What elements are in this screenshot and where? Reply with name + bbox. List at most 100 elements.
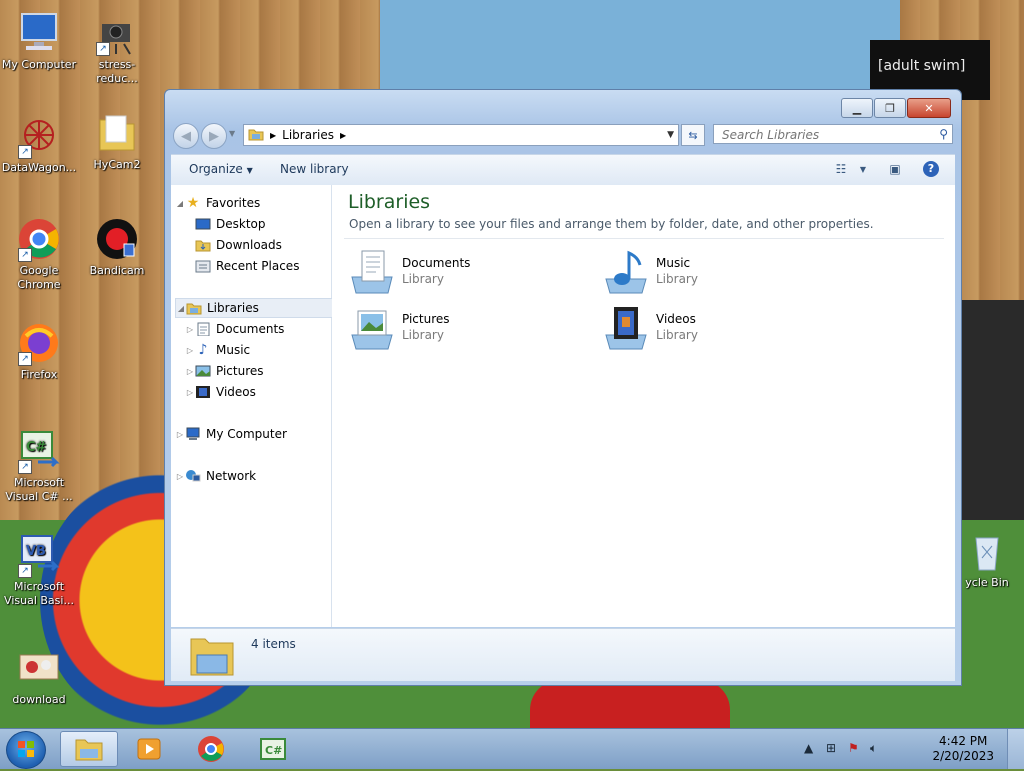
recent-places-icon [195,258,211,274]
network-tray-icon[interactable]: ⊞ [826,741,836,755]
minimize-button[interactable]: ▁ [841,98,873,118]
collapse-arrow-icon[interactable]: ▷ [175,430,185,439]
library-type: Library [656,328,698,342]
shortcut-arrow-icon: ↗ [96,42,110,56]
datawagon-icon: ↗ [16,113,62,159]
shortcut-arrow-icon: ↗ [18,460,32,474]
videos-icon [195,384,211,400]
pictures-icon [195,363,211,379]
desktop-icon-label: ycle Bin [965,576,1009,589]
nav-item-libraries[interactable]: ◢ Libraries [175,298,333,318]
details-pane: 4 items [171,628,955,681]
search-input[interactable] [720,126,929,144]
view-dropdown-button[interactable]: ▼ [853,160,873,178]
new-library-button[interactable]: New library [280,162,349,176]
collapse-arrow-icon[interactable]: ▷ [185,346,195,355]
refresh-button[interactable]: ⇆ [681,124,705,146]
collapse-arrow-icon[interactable]: ▷ [185,325,195,334]
preview-pane-button[interactable]: ▣ [885,160,905,178]
desktop-icon-datawagon[interactable]: ↗ DataWagon... [0,113,78,175]
nav-label: My Computer [206,427,287,441]
chevron-down-icon: ▼ [229,129,236,138]
taskbar-media-player[interactable] [120,731,178,767]
recent-pages-dropdown[interactable]: ▼ [229,129,235,138]
nav-item-downloads[interactable]: Downloads [195,235,353,255]
nav-item-pictures[interactable]: ▷ Pictures [185,361,343,381]
address-bar[interactable]: ▶ Libraries ▶ ▼ [243,124,679,146]
desktop-icon-hycam2[interactable]: HyCam2 [78,110,156,172]
computer-icon [16,10,62,56]
desktop-icon-bandicam[interactable]: Bandicam [78,216,156,278]
taskbar-visual-csharp[interactable]: C# [244,731,302,767]
library-item-pictures[interactable]: Pictures Library [348,305,588,353]
nav-item-videos[interactable]: ▷ Videos [185,382,343,402]
nav-label: Downloads [216,238,282,252]
page-subtitle: Open a library to see your files and arr… [349,217,874,231]
nav-item-favorites[interactable]: ◢ ★ Favorites [175,193,333,213]
nav-item-documents[interactable]: ▷ Documents [185,319,343,339]
help-button[interactable]: ? [921,160,941,178]
maximize-button[interactable]: ❐ [874,98,906,118]
desktop-icon-stress-reduc[interactable]: ↗ stress-reduc... [78,10,156,86]
folder-icon [94,110,140,156]
network-icon [185,468,201,484]
refresh-icon: ⇆ [688,128,698,142]
address-dropdown-icon[interactable]: ▼ [667,130,674,140]
chevron-down-icon: ▼ [246,166,253,175]
shortcut-arrow-icon: ↗ [18,564,32,578]
nav-item-desktop[interactable]: Desktop [195,214,353,234]
action-center-icon[interactable]: ⚑ [848,741,859,755]
taskbar-explorer[interactable] [60,731,118,767]
collapse-arrow-icon[interactable]: ▷ [185,367,195,376]
music-library-icon [602,249,650,297]
back-button[interactable]: ◀ [173,123,199,149]
help-icon: ? [923,161,939,177]
start-button[interactable] [6,731,46,769]
libraries-icon [186,300,202,316]
change-view-button[interactable]: ☷ [831,160,851,178]
show-hidden-icons-button[interactable]: ▲ [804,741,813,755]
breadcrumb-separator-icon: ▶ [270,130,277,140]
desktop-icon-firefox[interactable]: ↗ Firefox [0,320,78,382]
nav-item-music[interactable]: ▷ ♪ Music [185,340,343,360]
library-item-videos[interactable]: Videos Library [602,305,842,353]
windows-logo-icon [18,741,34,757]
nav-label: Desktop [216,217,266,231]
forward-button[interactable]: ▶ [201,123,227,149]
show-desktop-button[interactable] [1007,729,1024,769]
expand-arrow-icon[interactable]: ◢ [176,304,186,313]
collapse-arrow-icon[interactable]: ▷ [185,388,195,397]
volume-icon[interactable]: 🔈︎ [870,741,877,756]
desktop-icon-visual-csharp[interactable]: C# ↗ Microsoft Visual C# ... [0,428,78,504]
nav-item-recent-places[interactable]: Recent Places [195,256,353,276]
wallpaper-banner-text: [adult swim] [878,58,966,74]
library-item-music[interactable]: Music Library [602,249,842,297]
desktop-icon-google-chrome[interactable]: ↗ Google Chrome [0,216,78,292]
library-name: Documents [402,256,471,270]
clock[interactable]: 4:42 PM 2/20/2023 [932,734,994,764]
search-icon[interactable]: ⚲ [939,127,948,141]
svg-text:VB: VB [26,544,46,559]
organize-menu[interactable]: Organize ▼ [189,162,253,176]
collapse-arrow-icon[interactable]: ▷ [175,472,185,481]
camera-icon: ↗ [94,10,140,56]
chrome-icon: ↗ [16,216,62,262]
star-icon: ★ [186,195,200,211]
library-type: Library [402,328,444,342]
svg-text:C#: C# [26,440,47,455]
desktop-icon-my-computer[interactable]: My Computer [0,10,78,72]
taskbar-chrome[interactable] [182,731,240,767]
nav-item-my-computer[interactable]: ▷ My Computer [175,424,333,444]
close-icon: ✕ [924,101,934,115]
view-options-icon: ☷ [835,162,847,176]
library-item-documents[interactable]: Documents Library [348,249,588,297]
desktop-icon-download[interactable]: download [0,645,78,707]
breadcrumb-libraries[interactable]: Libraries [282,128,334,142]
desktop-icon-label: DataWagon... [1,161,77,174]
breadcrumb-chevron-icon[interactable]: ▶ [340,131,346,140]
desktop-icon-visual-basic[interactable]: VB ↗ Microsoft Visual Basi... [0,532,78,608]
minimize-icon: ▁ [852,101,862,115]
expand-arrow-icon[interactable]: ◢ [175,199,185,208]
close-button[interactable]: ✕ [907,98,951,118]
downloads-folder-icon [195,237,211,253]
